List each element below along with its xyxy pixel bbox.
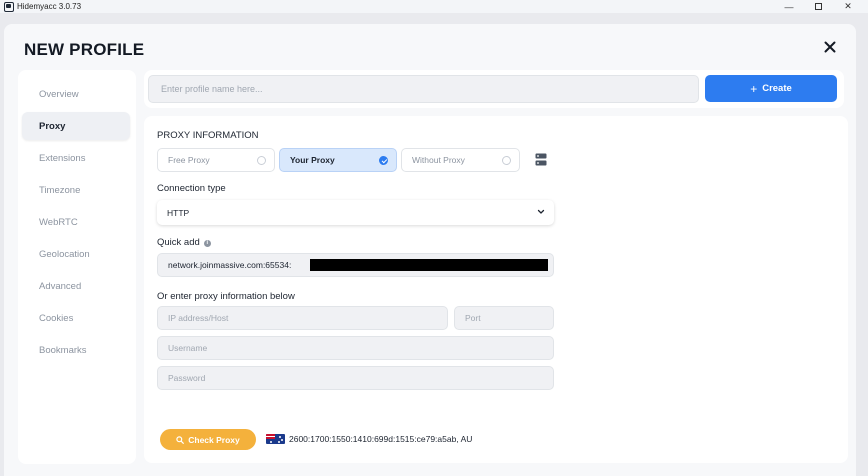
profile-name-bar: + Create: [144, 70, 844, 108]
quick-add-label: Quick add i: [157, 237, 211, 248]
your-proxy-label: Your Proxy: [290, 155, 335, 165]
host-input[interactable]: [157, 306, 448, 330]
australia-flag-icon: [266, 434, 285, 444]
sidebar-nav: Overview Proxy Extensions Timezone WebRT…: [18, 70, 136, 464]
search-icon: [176, 435, 185, 444]
quick-add-input[interactable]: network.joinmassive.com:65534:: [157, 253, 554, 277]
connection-type-label: Connection type: [157, 183, 226, 194]
new-profile-modal: NEW PROFILE Overview Proxy Extensions Ti…: [4, 24, 856, 476]
maximize-button[interactable]: [803, 0, 833, 13]
check-circle-icon: [379, 156, 388, 165]
without-proxy-label: Without Proxy: [412, 155, 465, 165]
modal-title: NEW PROFILE: [24, 40, 145, 59]
username-input[interactable]: [157, 336, 554, 360]
sidebar-item-proxy[interactable]: Proxy: [22, 112, 130, 140]
info-icon[interactable]: i: [203, 240, 211, 247]
sidebar-item-geolocation[interactable]: Geolocation: [22, 240, 130, 268]
window-close-button[interactable]: ✕: [833, 0, 863, 13]
sidebar-item-extensions[interactable]: Extensions: [22, 144, 130, 172]
sidebar-item-timezone[interactable]: Timezone: [22, 176, 130, 204]
maximize-icon: [814, 3, 822, 10]
create-button[interactable]: + Create: [705, 75, 837, 102]
app-icon: [4, 1, 14, 12]
port-input[interactable]: [454, 306, 554, 330]
your-proxy-option[interactable]: Your Proxy: [279, 148, 397, 172]
free-proxy-label: Free Proxy: [168, 155, 210, 165]
close-icon: [824, 41, 836, 53]
connection-type-value: HTTP: [167, 207, 190, 218]
minimize-button[interactable]: —: [774, 0, 804, 13]
redacted-credentials: [310, 259, 548, 271]
server-icon[interactable]: [535, 153, 547, 166]
chevron-down-icon: [537, 209, 545, 214]
sidebar-item-overview[interactable]: Overview: [22, 80, 130, 108]
title-bar: Hidemyacc 3.0.73 — ✕: [0, 0, 868, 13]
connection-type-select[interactable]: HTTP: [157, 200, 554, 225]
sidebar-item-cookies[interactable]: Cookies: [22, 304, 130, 332]
proxy-section-title: PROXY INFORMATION: [157, 130, 259, 141]
profile-name-input[interactable]: [148, 75, 699, 103]
proxy-check-result: 2600:1700:1550:1410:699d:1515:ce79:a5ab,…: [289, 434, 473, 444]
sidebar-item-bookmarks[interactable]: Bookmarks: [22, 336, 130, 364]
free-proxy-radio-icon: [257, 156, 266, 165]
quick-add-value: network.joinmassive.com:65534:: [168, 260, 292, 270]
modal-close-button[interactable]: [819, 36, 841, 58]
app-title: Hidemyacc 3.0.73: [17, 2, 82, 11]
password-input[interactable]: [157, 366, 554, 390]
check-proxy-button[interactable]: Check Proxy: [160, 429, 256, 450]
proxy-panel: PROXY INFORMATION Free Proxy Your Proxy …: [144, 116, 848, 463]
sidebar-item-advanced[interactable]: Advanced: [22, 272, 130, 300]
without-proxy-option[interactable]: Without Proxy: [401, 148, 520, 172]
manual-entry-label: Or enter proxy information below: [157, 291, 295, 302]
quick-add-text: Quick add: [157, 237, 200, 248]
sidebar-item-webrtc[interactable]: WebRTC: [22, 208, 130, 236]
without-proxy-radio-icon: [502, 156, 511, 165]
create-button-label: Create: [762, 83, 792, 94]
free-proxy-option[interactable]: Free Proxy: [157, 148, 275, 172]
plus-icon: +: [750, 81, 758, 96]
check-proxy-label: Check Proxy: [188, 434, 240, 445]
